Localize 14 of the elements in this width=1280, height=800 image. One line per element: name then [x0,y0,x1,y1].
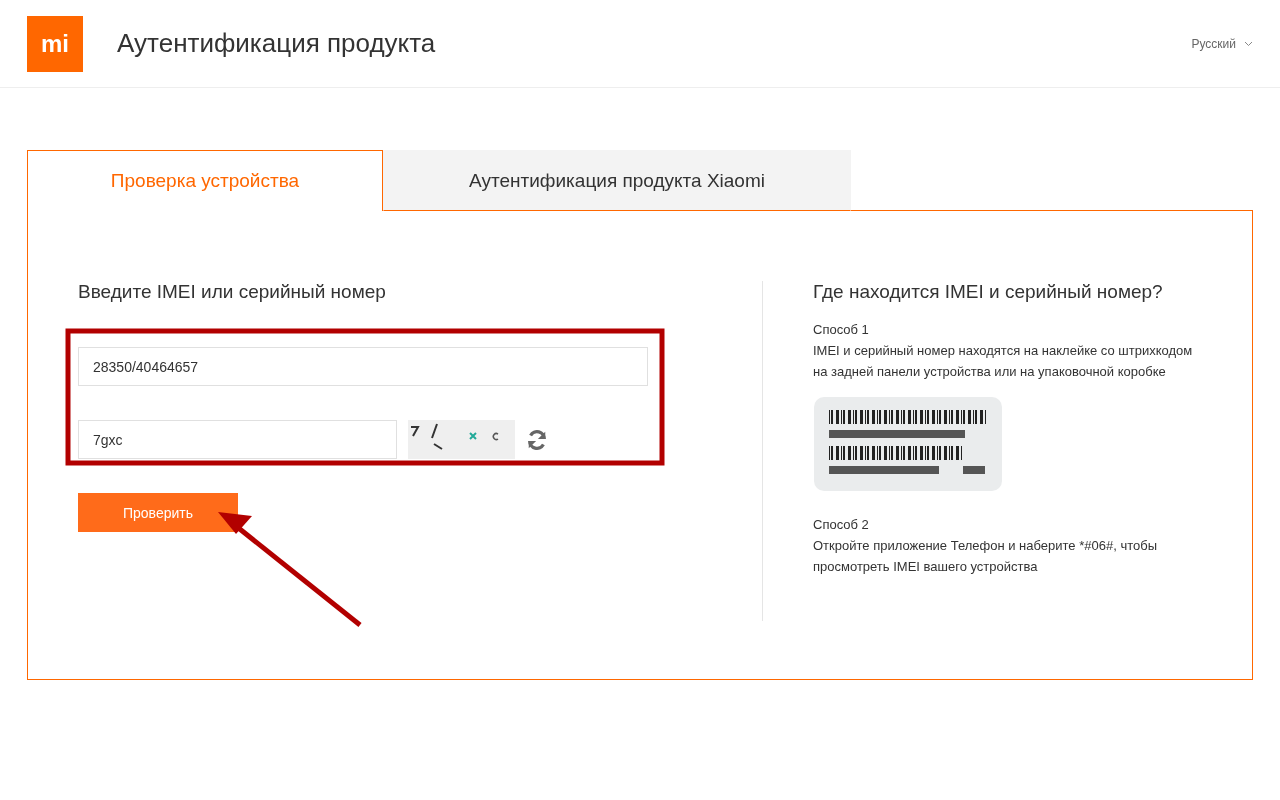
method-title: Способ 1 [813,321,870,339]
brand-logo: mi [27,15,83,72]
method-text: Откройте приложение Телефон и наберите *#06#, чтобы просмотреть IMEI вашего устройства [813,537,1158,576]
chevron-down-icon [1244,40,1253,47]
language-selector[interactable]: Русский [1191,36,1253,51]
tab[interactable]: Аутентификация продукта Xiaomi [383,150,851,211]
method-title: Способ 2 [813,516,870,534]
help-heading: Где находится IMEI и серийный номер? [813,281,1164,303]
refresh-icon[interactable] [526,428,548,451]
form-heading: Введите IMEI или серийный номер [78,281,387,303]
page-title: Аутентификация продукта [117,28,437,59]
imei-input-field[interactable]: 28350/40464657 [78,347,648,386]
method-text: IMEI и серийный номер находятся на наклейке со штрихкодом на задней панели устройства или на упаковочной коробке [813,342,1193,381]
captcha-input-field[interactable]: 7gxc [78,420,397,459]
